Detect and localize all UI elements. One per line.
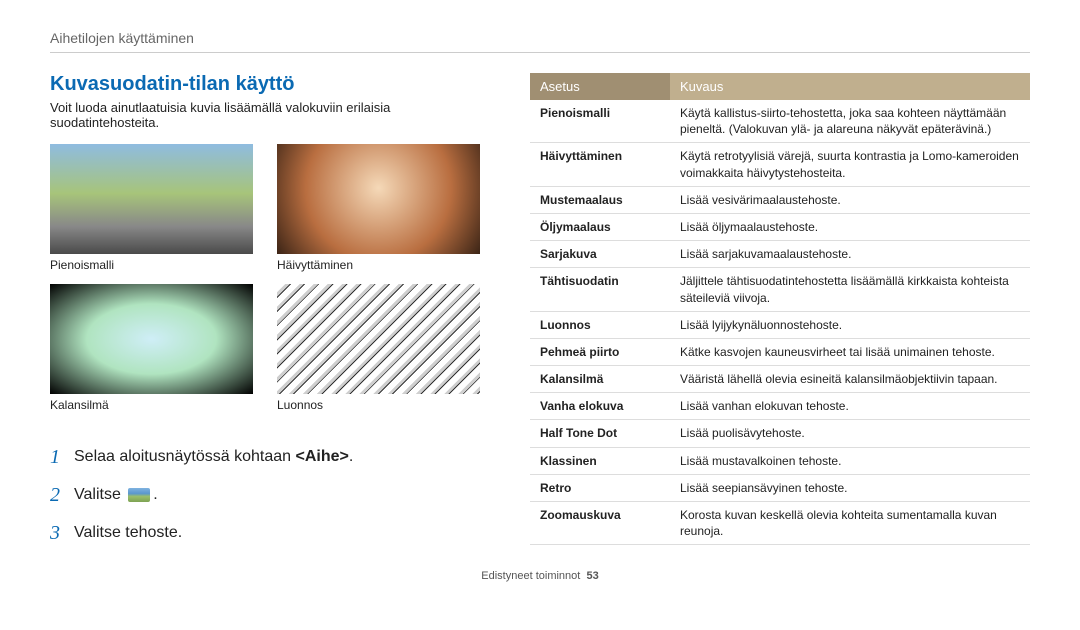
thumbnail-grid: Pienoismalli Häivyttäminen Kalansilmä Lu… (50, 144, 480, 412)
step-text: . (153, 486, 157, 503)
section-header: Aihetilojen käyttäminen (50, 30, 1030, 53)
steps-list: Selaa aloitusnäytössä kohtaan <Aihe>. Va… (50, 438, 480, 552)
setting-name: Retro (530, 474, 670, 501)
table-header-kuvaus: Kuvaus (670, 73, 1030, 100)
thumb-label: Häivyttäminen (277, 258, 480, 272)
setting-name: Half Tone Dot (530, 420, 670, 447)
table-header-asetus: Asetus (530, 73, 670, 100)
setting-desc: Lisää lyijykynäluonnostehoste. (670, 311, 1030, 338)
table-row: PienoismalliKäytä kallistus-siirto-tehos… (530, 100, 1030, 143)
thumb-image (277, 144, 480, 254)
setting-desc: Lisää sarjakuvamaalaustehoste. (670, 241, 1030, 268)
settings-table: Asetus Kuvaus PienoismalliKäytä kallistu… (530, 73, 1030, 545)
step-text: Valitse tehoste. (74, 518, 182, 548)
thumb-kalansilma: Kalansilmä (50, 284, 253, 412)
intro-text: Voit luoda ainutlaatuisia kuvia lisäämäl… (50, 100, 480, 130)
setting-desc: Lisää vanhan elokuvan tehoste. (670, 393, 1030, 420)
table-row: KlassinenLisää mustavalkoinen tehoste. (530, 447, 1030, 474)
step-text: Valitse (74, 486, 125, 503)
table-row: ZoomauskuvaKorosta kuvan keskellä olevia… (530, 502, 1030, 545)
footer-book: Edistyneet toiminnot (481, 570, 580, 582)
thumb-luonnos: Luonnos (277, 284, 480, 412)
table-row: Vanha elokuvaLisää vanhan elokuvan tehos… (530, 393, 1030, 420)
page-footer: Edistyneet toiminnot 53 (50, 570, 1030, 582)
setting-desc: Lisää öljymaalaustehoste. (670, 213, 1030, 240)
setting-name: Pehmeä piirto (530, 338, 670, 365)
step-1: Selaa aloitusnäytössä kohtaan <Aihe>. (50, 438, 480, 476)
table-row: Half Tone DotLisää puolisävytehoste. (530, 420, 1030, 447)
step-text: . (349, 448, 353, 465)
setting-desc: Kätke kasvojen kauneusvirheet tai lisää … (670, 338, 1030, 365)
setting-desc: Vääristä lähellä olevia esineitä kalansi… (670, 366, 1030, 393)
table-row: RetroLisää seepiansävyinen tehoste. (530, 474, 1030, 501)
thumb-haivyttaminen: Häivyttäminen (277, 144, 480, 272)
setting-desc: Lisää mustavalkoinen tehoste. (670, 447, 1030, 474)
setting-desc: Korosta kuvan keskellä olevia kohteita s… (670, 502, 1030, 545)
setting-desc: Käytä retrotyylisiä värejä, suurta kontr… (670, 143, 1030, 186)
footer-page: 53 (586, 570, 598, 582)
setting-name: Häivyttäminen (530, 143, 670, 186)
right-column: Asetus Kuvaus PienoismalliKäytä kallistu… (530, 73, 1030, 552)
setting-name: Klassinen (530, 447, 670, 474)
setting-desc: Jäljittele tähtisuodatintehostetta lisää… (670, 268, 1030, 311)
setting-name: Vanha elokuva (530, 393, 670, 420)
table-row: LuonnosLisää lyijykynäluonnostehoste. (530, 311, 1030, 338)
setting-name: Tähtisuodatin (530, 268, 670, 311)
setting-desc: Käytä kallistus-siirto-tehostetta, joka … (670, 100, 1030, 143)
setting-name: Luonnos (530, 311, 670, 338)
setting-desc: Lisää puolisävytehoste. (670, 420, 1030, 447)
page-title: Kuvasuodatin-tilan käyttö (50, 73, 480, 96)
table-row: Pehmeä piirtoKätke kasvojen kauneusvirhe… (530, 338, 1030, 365)
table-row: KalansilmäVääristä lähellä olevia esinei… (530, 366, 1030, 393)
setting-name: Zoomauskuva (530, 502, 670, 545)
thumb-image (277, 284, 480, 394)
thumb-pienoismalli: Pienoismalli (50, 144, 253, 272)
setting-name: Pienoismalli (530, 100, 670, 143)
thumb-label: Kalansilmä (50, 398, 253, 412)
setting-desc: Lisää seepiansävyinen tehoste. (670, 474, 1030, 501)
left-column: Kuvasuodatin-tilan käyttö Voit luoda ain… (50, 73, 480, 552)
thumb-image (50, 284, 253, 394)
table-row: MustemaalausLisää vesivärimaalaustehoste… (530, 186, 1030, 213)
setting-name: Öljymaalaus (530, 213, 670, 240)
photo-filter-mode-icon (128, 488, 150, 502)
table-row: ÖljymaalausLisää öljymaalaustehoste. (530, 213, 1030, 240)
table-row: HäivyttäminenKäytä retrotyylisiä värejä,… (530, 143, 1030, 186)
table-row: TähtisuodatinJäljittele tähtisuodatinteh… (530, 268, 1030, 311)
step-3: Valitse tehoste. (50, 514, 480, 552)
setting-desc: Lisää vesivärimaalaustehoste. (670, 186, 1030, 213)
step-2: Valitse . (50, 476, 480, 514)
step-bold: <Aihe> (295, 448, 348, 465)
setting-name: Kalansilmä (530, 366, 670, 393)
setting-name: Mustemaalaus (530, 186, 670, 213)
thumb-label: Pienoismalli (50, 258, 253, 272)
step-text: Selaa aloitusnäytössä kohtaan (74, 448, 295, 465)
thumb-image (50, 144, 253, 254)
setting-name: Sarjakuva (530, 241, 670, 268)
thumb-label: Luonnos (277, 398, 480, 412)
table-row: SarjakuvaLisää sarjakuvamaalaustehoste. (530, 241, 1030, 268)
